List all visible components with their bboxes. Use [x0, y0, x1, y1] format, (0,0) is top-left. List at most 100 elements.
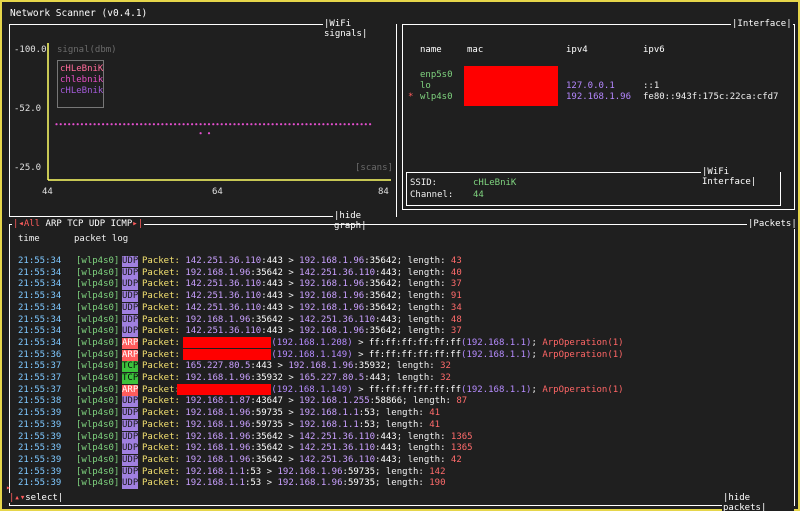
packet-src-port: 35642	[255, 267, 283, 278]
protocol-badge: UDP	[122, 396, 139, 408]
arp-operation: ArpOperation(1)	[542, 337, 624, 348]
protocol-badge: UDP	[122, 419, 139, 431]
packet-iface: [wlp4s0]	[76, 454, 120, 465]
arp-target-ip: (192.168.1.1)	[461, 349, 532, 360]
ssid-value: cHLeBniK	[473, 178, 517, 188]
packet-row[interactable]: 21:55:39 [wlp4s0] UDP Packet: 192.168.1.1:5…	[18, 466, 446, 478]
signal-point	[318, 123, 321, 126]
tab-arp[interactable]: ARP	[46, 219, 62, 229]
packet-row[interactable]: 21:55:39 [wlp4s0] UDP Packet: 192.168.1.96:…	[18, 419, 440, 431]
packet-row[interactable]: 21:55:37 [wlp4s0] TCP Packet: 192.168.1.96:…	[18, 373, 451, 384]
packet-row[interactable]: 21:55:39 [wlp4s0] UDP Packet: 192.168.1.96:…	[18, 408, 440, 420]
packet-row[interactable]: 21:55:39 [wlp4s0] UDP Packet: 192.168.1.1:5…	[18, 478, 446, 490]
packet-dst-ip: 142.251.36.110	[299, 443, 376, 454]
packet-length: 37	[450, 279, 462, 290]
packet-row[interactable]: 21:55:37 [wlp4s0] TCP Packet: 165.227.80.5:…	[18, 361, 451, 373]
signal-point	[275, 123, 278, 126]
arp-sender-ip: (192.168.1.149)	[271, 349, 353, 360]
signal-point	[352, 123, 355, 126]
protocol-badge: UDP	[122, 267, 139, 279]
packet-row[interactable]: 21:55:34 [wlp4s0] UDP Packet: 142.251.36.11…	[18, 256, 462, 267]
length-label: length:	[407, 326, 446, 337]
scroll-arrows-icon[interactable]: |▴▾	[9, 493, 25, 503]
packet-src-port: 443	[266, 256, 283, 266]
signal-point	[284, 123, 287, 126]
iface-name[interactable]: enp5s0	[420, 70, 453, 80]
signal-point	[322, 123, 325, 126]
packet-time: 21:55:38	[18, 396, 62, 407]
packet-dst-port: 35642	[369, 302, 397, 313]
signal-point	[85, 123, 88, 126]
packet-row[interactable]: 21:55:38 [wlp4s0] UDP Packet: 192.168.1.87:…	[18, 396, 467, 408]
iface-name[interactable]: lo	[420, 81, 431, 91]
packet-row[interactable]: 21:55:34 [wlp4s0] ARP Packet: (192.168.1.20…	[18, 337, 624, 349]
packet-row[interactable]: 21:55:39 [wlp4s0] UDP Packet: 192.168.1.96:…	[18, 443, 473, 455]
packet-row[interactable]: 21:55:34 [wlp4s0] UDP Packet: 192.168.1.96:…	[18, 267, 462, 279]
packet-row[interactable]: 21:55:34 [wlp4s0] UDP Packet: 192.168.1.96:…	[18, 314, 462, 326]
signal-point	[207, 123, 211, 126]
arrow: >	[266, 478, 273, 489]
packet-dst-ip: 192.168.1.96	[277, 478, 343, 489]
tab-right-arrow-icon[interactable]: ▸|	[132, 219, 143, 229]
packet-row[interactable]: 21:55:34 [wlp4s0] UDP Packet: 142.251.36.11…	[18, 326, 462, 338]
packet-src-port: 59735	[255, 419, 283, 430]
iface-name[interactable]: wlp4s0	[420, 92, 453, 102]
packet-src-port: 53	[250, 466, 262, 477]
packet-label: Packet:	[142, 431, 180, 442]
packet-src-ip: 142.251.36.110	[185, 291, 262, 302]
packet-src-port: 53	[250, 478, 262, 489]
packet-dst-ip: 142.251.36.110	[299, 314, 376, 325]
packet-row[interactable]: 21:55:36 [wlp4s0] ARP Packet: (192.168.1.14…	[18, 349, 624, 361]
signal-point	[102, 123, 105, 126]
packet-row[interactable]: 21:55:34 [wlp4s0] UDP Packet: 142.251.36.11…	[18, 302, 462, 314]
tab-tcp[interactable]: TCP	[67, 219, 83, 229]
signal-point	[93, 123, 96, 126]
packet-dst-port: 443	[380, 267, 397, 278]
packet-src-ip: 192.168.1.1	[185, 466, 245, 477]
packet-dst-port: 53	[364, 419, 376, 430]
length-label: length:	[396, 361, 435, 372]
redacted-arp-box	[183, 336, 271, 348]
col-header-mac: mac	[467, 45, 484, 55]
packet-iface: [wlp4s0]	[76, 431, 120, 442]
tab-all[interactable]: All	[24, 219, 40, 229]
x-tick-label: 64	[212, 187, 223, 197]
packet-length: 142	[429, 466, 446, 477]
protocol-badge: UDP	[122, 454, 139, 466]
tab-left-arrow-icon[interactable]: |◂	[13, 219, 24, 229]
length-label: length:	[407, 431, 446, 442]
packet-dst-port: 443	[380, 454, 397, 465]
packet-iface: [wlp4s0]	[76, 267, 120, 278]
packet-src-ip: 192.168.1.96	[185, 443, 251, 454]
packet-time: 21:55:39	[18, 443, 62, 454]
signal-point	[229, 123, 232, 126]
packet-row[interactable]: 21:55:34 [wlp4s0] UDP Packet: 142.251.36.11…	[18, 279, 462, 291]
packet-row[interactable]: 21:55:34 [wlp4s0] UDP Packet: 142.251.36.11…	[18, 291, 462, 303]
packet-row[interactable]: 21:55:37 [wlp4s0] ARP Packet: (192.168.1.14…	[18, 384, 624, 396]
protocol-badge: UDP	[122, 431, 139, 443]
tab-icmp[interactable]: ICMP	[111, 219, 133, 229]
protocol-badge: UDP	[122, 326, 139, 338]
arp-sender-ip: (192.168.1.208)	[271, 337, 353, 348]
tab-udp[interactable]: UDP	[89, 219, 105, 229]
packet-src-port: 443	[266, 326, 283, 337]
packet-row[interactable]: 21:55:39 [wlp4s0] UDP Packet: 192.168.1.96:…	[18, 454, 462, 466]
packet-iface: [wlp4s0]	[76, 256, 120, 266]
packet-label: Packet:	[142, 361, 180, 372]
wifi-interface-panel: |WiFi Interface| SSID: cHLeBniK Channel:…	[406, 167, 781, 206]
select-control[interactable]: |▴▾select|	[8, 493, 65, 503]
packet-iface: [wlp4s0]	[76, 349, 120, 360]
packet-row[interactable]: 21:55:39 [wlp4s0] UDP Packet: 192.168.1.96:…	[18, 431, 473, 443]
col-header-ipv6: ipv6	[643, 45, 665, 55]
signal-point	[118, 123, 122, 126]
legend-item: cHLeBniK	[60, 64, 104, 74]
signal-point	[76, 123, 79, 126]
hide-packets-button[interactable]: |hide packets|	[722, 493, 794, 511]
packet-src-ip: 192.168.1.96	[185, 267, 251, 278]
col-header-ipv4: ipv4	[566, 45, 588, 55]
protocol-badge: UDP	[122, 291, 139, 303]
packet-length: 1365	[450, 443, 473, 454]
signal-point	[80, 123, 83, 126]
signal-point	[339, 123, 342, 126]
length-label: length:	[396, 373, 435, 383]
